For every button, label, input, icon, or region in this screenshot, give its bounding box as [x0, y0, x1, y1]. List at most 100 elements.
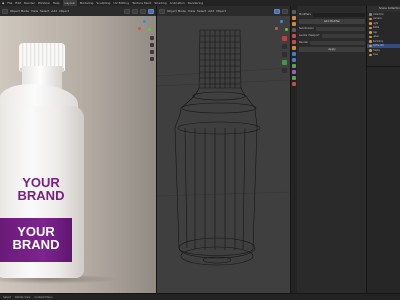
menu-add-2[interactable]: Add: [208, 9, 214, 13]
properties-tab-name: Modifiers: [299, 13, 311, 16]
outliner-item-label: Backdrop: [372, 39, 384, 43]
outliner-item-label: Camera: [372, 17, 382, 21]
tool-tab-icon[interactable]: [292, 10, 296, 14]
menu-object-2[interactable]: Object: [216, 9, 226, 13]
shading-solid-button-2[interactable]: [282, 8, 288, 14]
mode-selector[interactable]: Object Mode: [10, 9, 29, 13]
shading-wireframe-button[interactable]: [132, 8, 138, 14]
editor-type-button[interactable]: [2, 8, 8, 14]
status-select: Select: [3, 295, 12, 299]
menu-object[interactable]: Object: [59, 9, 69, 13]
menu-add[interactable]: Add: [51, 9, 57, 13]
outliner-item-label: Area: [372, 53, 378, 57]
hand-pan-icon[interactable]: [150, 43, 154, 47]
status-rotate-view: Rotate View: [15, 295, 31, 299]
data-tab-icon[interactable]: [292, 76, 296, 80]
outliner-item-label: Collection: [372, 12, 384, 16]
render-viewport[interactable]: YOUR BRAND YOUR BRAND: [0, 16, 156, 293]
modifier-tab-icon[interactable]: [292, 52, 296, 56]
wire-viewport[interactable]: [156, 16, 290, 293]
object-icon: [369, 17, 372, 20]
grid-icon[interactable]: [150, 57, 154, 61]
prop-row-levels: Levels Viewport: [299, 33, 365, 38]
outliner-item-label: Bottle: [372, 26, 380, 30]
outliner-item-label: Label: [372, 35, 379, 39]
camera-icon[interactable]: [150, 50, 154, 54]
menu-select-2[interactable]: Select: [197, 9, 206, 13]
constraints-tab-icon[interactable]: [292, 70, 296, 74]
render-tab-icon[interactable]: [292, 16, 296, 20]
object-icon: [369, 35, 372, 38]
view-layer-tab-icon[interactable]: [292, 28, 296, 32]
menu-select[interactable]: Select: [40, 9, 49, 13]
gizmo-x-axis-2[interactable]: [275, 27, 278, 30]
outliner-panel: Scene Collection Collection Camera Light…: [366, 6, 400, 293]
levels-viewport-label: Levels Viewport: [299, 34, 320, 37]
shading-wireframe-button-2[interactable]: [274, 8, 280, 14]
brand-text-top: YOUR BRAND: [17, 175, 65, 203]
properties-search-field[interactable]: [312, 12, 365, 17]
gizmo-y-axis-2[interactable]: [285, 28, 288, 31]
gizmo-z-axis[interactable]: [143, 20, 146, 23]
wire-viewport-nav-tools: [282, 36, 288, 73]
hand-pan-icon-2[interactable]: [282, 52, 287, 57]
zoom-icon[interactable]: [150, 36, 154, 40]
brand-text-label: YOUR BRAND: [12, 224, 60, 252]
navigation-gizmo-icon-2[interactable]: [275, 20, 289, 34]
camera-icon-2[interactable]: [282, 60, 287, 65]
prop-row-render: Render: [299, 40, 365, 45]
status-bar: Select Rotate View Context Menu: [0, 293, 400, 300]
menu-view[interactable]: View: [31, 9, 38, 13]
physics-tab-icon[interactable]: [292, 64, 296, 68]
object-icon: [369, 49, 372, 52]
outliner-item-label: Bottle.001: [372, 44, 385, 48]
menu-view-2[interactable]: View: [188, 9, 195, 13]
overlay-toggle-button[interactable]: [124, 8, 130, 14]
gizmo-z-axis-2[interactable]: [280, 20, 283, 23]
render-viewport-header: Object Mode View Select Add Object: [0, 6, 156, 16]
material-tab-icon[interactable]: [292, 82, 296, 86]
object-icon: [369, 40, 372, 43]
particles-tab-icon[interactable]: [292, 58, 296, 62]
status-context-menu: Context Menu: [34, 295, 53, 299]
shading-solid-button[interactable]: [140, 8, 146, 14]
object-icon: [369, 53, 372, 56]
object-icon: [369, 22, 372, 25]
collection-icon: [369, 13, 372, 16]
record-icon[interactable]: [282, 36, 287, 41]
outliner-lower-area: [367, 66, 400, 293]
world-tab-icon[interactable]: [292, 40, 296, 44]
output-tab-icon[interactable]: [292, 22, 296, 26]
add-modifier-button[interactable]: Add Modifier: [299, 19, 365, 24]
object-icon: [369, 31, 372, 34]
levels-viewport-field[interactable]: [321, 33, 365, 38]
modifier-name-label: Subdivision: [299, 27, 314, 30]
editor-type-button-2[interactable]: [159, 8, 165, 14]
scene-tab-icon[interactable]: [292, 34, 296, 38]
render-levels-label: Render: [299, 41, 309, 44]
prop-row-subdivision: Subdivision: [299, 26, 365, 31]
mode-selector-2[interactable]: Object Mode: [167, 9, 186, 13]
properties-panel: Modifiers Add Modifier Subdivision Level…: [290, 6, 366, 293]
gizmo-x-axis[interactable]: [138, 27, 141, 30]
wire-viewport-header: Object Mode View Select Add Object: [156, 6, 290, 16]
modifier-name-field[interactable]: [315, 26, 365, 31]
render-viewport-nav-tools: [150, 36, 155, 61]
apply-button[interactable]: Apply: [299, 47, 365, 52]
zoom-icon-2[interactable]: [282, 44, 287, 49]
object-tab-icon[interactable]: [292, 46, 296, 50]
outliner-item[interactable]: Area: [367, 53, 400, 58]
properties-content: Modifiers Add Modifier Subdivision Level…: [299, 12, 365, 54]
render-levels-field[interactable]: [310, 40, 365, 45]
object-icon: [369, 44, 372, 47]
outliner-item-label: Cap: [372, 30, 377, 34]
shading-rendered-button[interactable]: [148, 8, 154, 14]
properties-tabs: [291, 6, 297, 293]
grid-icon-2[interactable]: [282, 68, 287, 73]
outliner-item-label: Empty: [372, 48, 380, 52]
object-icon: [369, 26, 372, 29]
navigation-gizmo-icon[interactable]: [138, 20, 152, 34]
prop-row-header: Modifiers: [299, 12, 365, 17]
gizmo-y-axis[interactable]: [148, 28, 151, 31]
wireframe-bottle: [157, 29, 290, 266]
